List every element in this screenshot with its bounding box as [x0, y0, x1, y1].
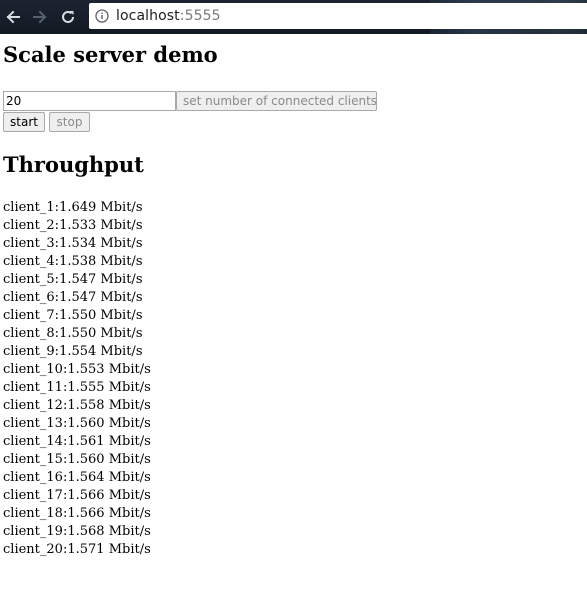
- client-name: client_12: [3, 398, 63, 413]
- client-name: client_11: [3, 380, 63, 395]
- throughput-unit: Mbit/s: [108, 434, 151, 449]
- stop-button[interactable]: stop: [49, 112, 90, 132]
- throughput-value: 1.571: [67, 542, 105, 557]
- throughput-value: 1.547: [59, 272, 97, 287]
- info-icon[interactable]: [95, 9, 109, 23]
- throughput-heading: Throughput: [3, 152, 144, 177]
- reload-icon[interactable]: [58, 7, 78, 27]
- throughput-item: client_20:1.571 Mbit/s: [3, 542, 151, 557]
- address-bar[interactable]: localhost:5555: [89, 3, 587, 29]
- arrow-left-icon[interactable]: [3, 7, 23, 27]
- throughput-unit: Mbit/s: [100, 218, 143, 233]
- throughput-unit: Mbit/s: [108, 380, 151, 395]
- throughput-unit: Mbit/s: [100, 236, 143, 251]
- throughput-unit: Mbit/s: [108, 452, 151, 467]
- throughput-item: client_8:1.550 Mbit/s: [3, 326, 143, 341]
- throughput-list: client_1:1.649 Mbit/s client_2:1.533 Mbit…: [3, 199, 151, 559]
- throughput-unit: Mbit/s: [108, 362, 151, 377]
- throughput-item: client_14:1.561 Mbit/s: [3, 434, 151, 449]
- throughput-item: client_19:1.568 Mbit/s: [3, 524, 151, 539]
- throughput-value: 1.566: [67, 488, 105, 503]
- client-name: client_6: [3, 290, 55, 305]
- throughput-item: client_12:1.558 Mbit/s: [3, 398, 151, 413]
- throughput-item: client_15:1.560 Mbit/s: [3, 452, 151, 467]
- throughput-unit: Mbit/s: [108, 416, 151, 431]
- throughput-item: client_5:1.547 Mbit/s: [3, 272, 143, 287]
- clients-count-input[interactable]: [3, 91, 176, 111]
- throughput-unit: Mbit/s: [100, 200, 143, 215]
- throughput-value: 1.550: [59, 326, 97, 341]
- arrow-right-icon[interactable]: [30, 7, 50, 27]
- client-name: client_10: [3, 362, 63, 377]
- throughput-item: client_13:1.560 Mbit/s: [3, 416, 151, 431]
- throughput-unit: Mbit/s: [100, 290, 143, 305]
- throughput-item: client_11:1.555 Mbit/s: [3, 380, 151, 395]
- throughput-value: 1.560: [67, 416, 105, 431]
- throughput-unit: Mbit/s: [108, 470, 151, 485]
- browser-toolbar: localhost:5555: [0, 0, 587, 34]
- throughput-value: 1.550: [59, 308, 97, 323]
- client-name: client_5: [3, 272, 55, 287]
- throughput-value: 1.561: [67, 434, 105, 449]
- throughput-value: 1.533: [59, 218, 97, 233]
- throughput-unit: Mbit/s: [108, 524, 151, 539]
- throughput-item: client_7:1.550 Mbit/s: [3, 308, 143, 323]
- throughput-item: client_9:1.554 Mbit/s: [3, 344, 143, 359]
- client-name: client_7: [3, 308, 55, 323]
- client-name: client_17: [3, 488, 63, 503]
- throughput-unit: Mbit/s: [100, 254, 143, 269]
- throughput-value: 1.560: [67, 452, 105, 467]
- client-name: client_8: [3, 326, 55, 341]
- url-host: localhost: [116, 8, 180, 24]
- throughput-unit: Mbit/s: [108, 488, 151, 503]
- throughput-value: 1.553: [67, 362, 105, 377]
- throughput-item: client_18:1.566 Mbit/s: [3, 506, 151, 521]
- throughput-value: 1.547: [59, 290, 97, 305]
- throughput-item: client_3:1.534 Mbit/s: [3, 236, 143, 251]
- client-name: client_4: [3, 254, 55, 269]
- client-name: client_15: [3, 452, 63, 467]
- throughput-unit: Mbit/s: [108, 542, 151, 557]
- client-name: client_14: [3, 434, 63, 449]
- throughput-item: client_6:1.547 Mbit/s: [3, 290, 143, 305]
- throughput-item: client_10:1.553 Mbit/s: [3, 362, 151, 377]
- throughput-item: client_2:1.533 Mbit/s: [3, 218, 143, 233]
- throughput-item: client_1:1.649 Mbit/s: [3, 200, 143, 215]
- client-name: client_1: [3, 200, 55, 215]
- throughput-unit: Mbit/s: [108, 398, 151, 413]
- client-name: client_16: [3, 470, 63, 485]
- client-name: client_3: [3, 236, 55, 251]
- throughput-unit: Mbit/s: [100, 308, 143, 323]
- throughput-unit: Mbit/s: [100, 272, 143, 287]
- client-name: client_18: [3, 506, 63, 521]
- throughput-unit: Mbit/s: [100, 344, 143, 359]
- throughput-item: client_4:1.538 Mbit/s: [3, 254, 143, 269]
- throughput-value: 1.558: [67, 398, 105, 413]
- client-name: client_19: [3, 524, 63, 539]
- throughput-item: client_17:1.566 Mbit/s: [3, 488, 151, 503]
- client-name: client_9: [3, 344, 55, 359]
- start-button[interactable]: start: [3, 112, 45, 132]
- throughput-value: 1.538: [59, 254, 97, 269]
- controls: set number of connected clients start st…: [3, 91, 377, 132]
- throughput-value: 1.568: [67, 524, 105, 539]
- throughput-unit: Mbit/s: [108, 506, 151, 521]
- throughput-value: 1.564: [67, 470, 105, 485]
- page-title: Scale server demo: [3, 42, 218, 67]
- url-port: :5555: [179, 8, 221, 24]
- client-name: client_2: [3, 218, 55, 233]
- throughput-value: 1.566: [67, 506, 105, 521]
- client-name: client_13: [3, 416, 63, 431]
- throughput-unit: Mbit/s: [100, 326, 143, 341]
- throughput-value: 1.649: [59, 200, 97, 215]
- throughput-value: 1.534: [59, 236, 97, 251]
- client-name: client_20: [3, 542, 63, 557]
- throughput-value: 1.554: [59, 344, 97, 359]
- url-text: localhost:5555: [116, 8, 221, 24]
- set-clients-button[interactable]: set number of connected clients: [176, 91, 377, 111]
- throughput-item: client_16:1.564 Mbit/s: [3, 470, 151, 485]
- throughput-value: 1.555: [67, 380, 105, 395]
